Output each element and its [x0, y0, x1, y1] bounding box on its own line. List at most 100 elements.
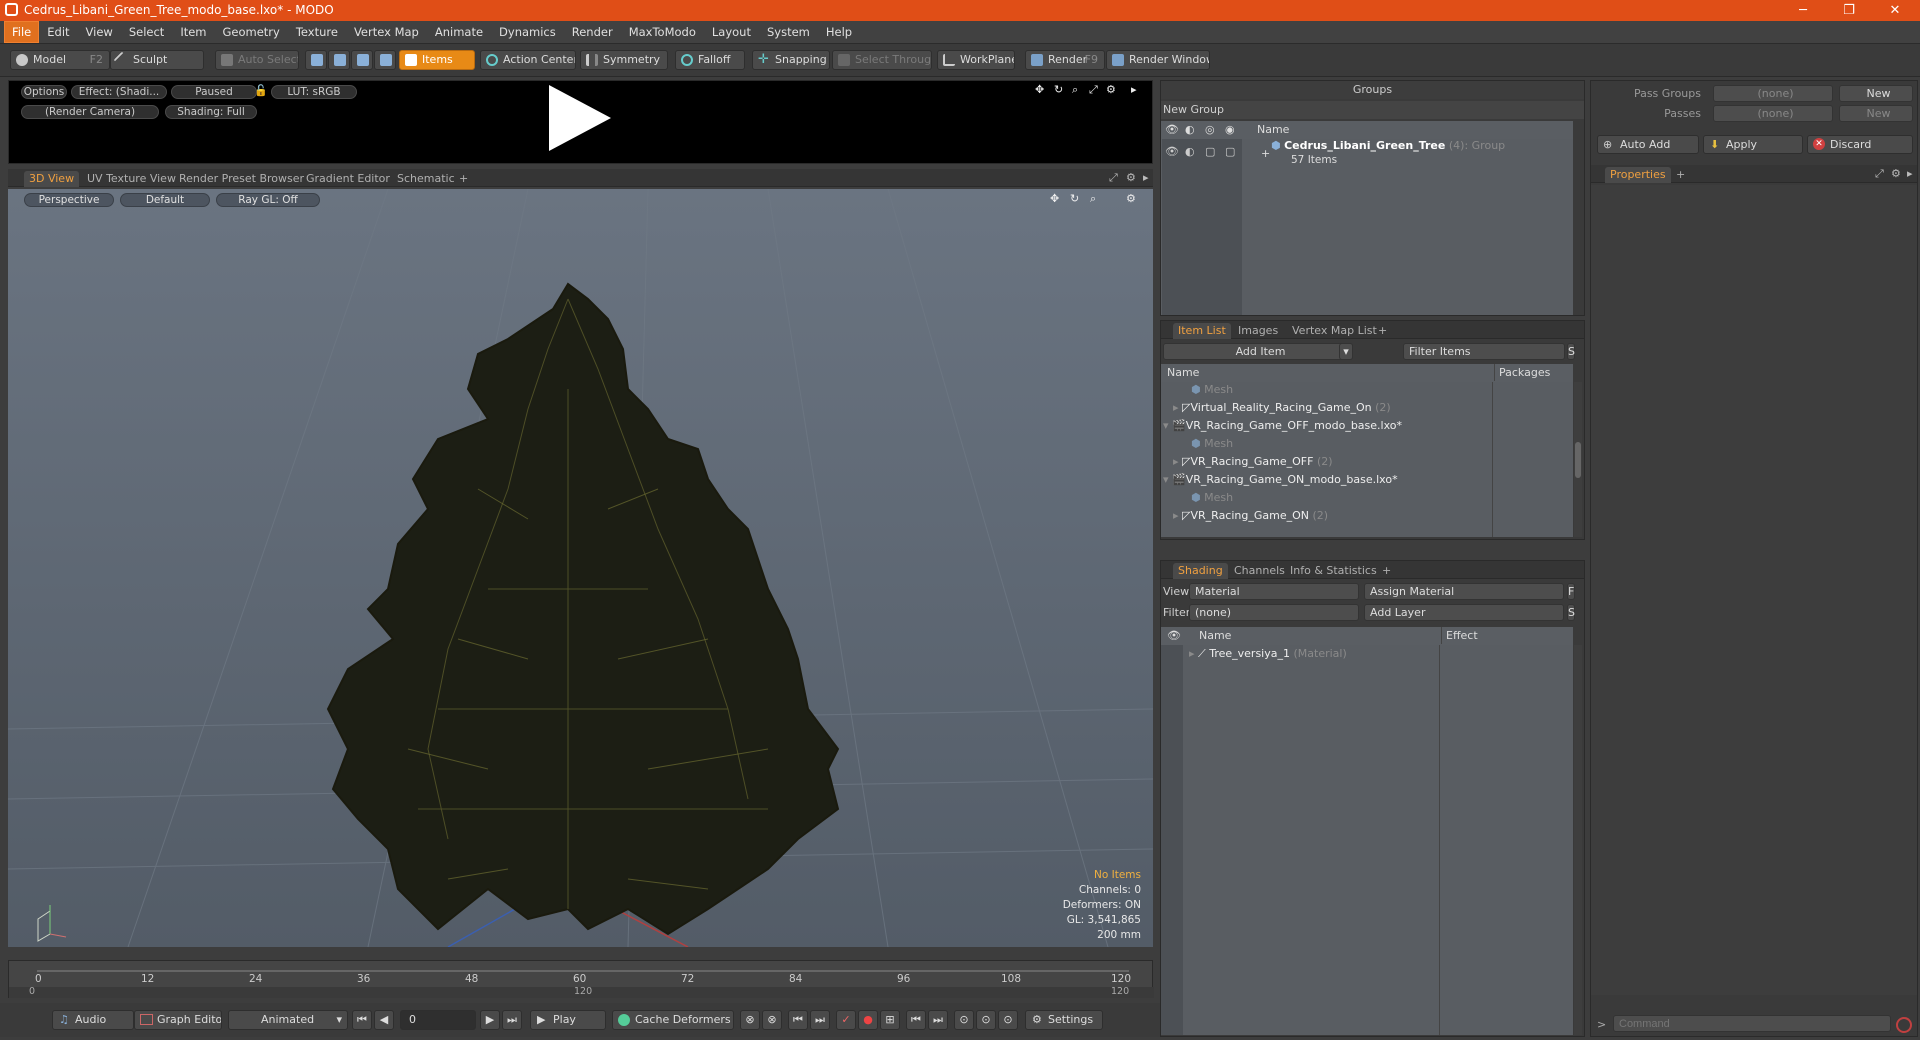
go-to-start-button[interactable]: ⏮ — [352, 1010, 372, 1030]
camera-dropdown[interactable]: (Render Camera) — [21, 105, 159, 119]
list-item[interactable]: ⬢ Mesh — [1191, 435, 1233, 453]
step-forward-button[interactable]: ▶ — [480, 1010, 500, 1030]
lock-icon[interactable]: 🔓 — [254, 84, 268, 97]
edges-mode-button[interactable] — [328, 50, 350, 70]
list-item[interactable]: ⬢ Mesh — [1191, 382, 1233, 399]
menu-file[interactable]: File — [4, 21, 40, 43]
list-item[interactable]: ▸ ◸Virtual_Reality_Racing_Game_On (2) — [1173, 399, 1391, 417]
view-dropdown[interactable]: Material — [1189, 583, 1359, 600]
preview-options-button[interactable]: Options — [21, 85, 67, 99]
list-item[interactable]: ▾ 🎬VR_Racing_Game_OFF_modo_base.lxo* — [1163, 417, 1402, 435]
materials-mode-button[interactable] — [374, 50, 396, 70]
auto-add-button[interactable]: ⊕ Auto Add — [1597, 135, 1699, 154]
render-toggle-icon[interactable]: ◐ — [1185, 121, 1195, 138]
gear-icon[interactable]: ⚙ — [1106, 83, 1116, 96]
menu-view[interactable]: View — [78, 21, 121, 43]
maximize-view-icon[interactable]: ⤢ — [1089, 83, 1098, 97]
polygons-mode-button[interactable] — [351, 50, 373, 70]
s-toggle[interactable]: S — [1567, 343, 1575, 360]
timeline-range-bar[interactable]: 0 120 120 — [9, 986, 1154, 998]
item-list-scrollbar[interactable] — [1574, 382, 1582, 537]
play-button[interactable]: ▶ Play — [530, 1010, 606, 1030]
zoom-view-icon[interactable]: ⌕ — [1072, 83, 1078, 97]
key-next-button[interactable]: ⏭ — [928, 1010, 948, 1030]
items-mode-button[interactable]: Items — [399, 50, 475, 70]
shading-scrollbar[interactable] — [1574, 645, 1582, 1035]
cache-deformers-button[interactable]: Cache Deformers — [612, 1010, 734, 1030]
tab-schematic[interactable]: Schematic — [392, 171, 460, 187]
expand-arrow-icon[interactable]: ▸ — [1173, 509, 1182, 522]
f-toggle[interactable]: F — [1567, 583, 1575, 600]
auto-key-button[interactable]: ⊞ — [880, 1010, 900, 1030]
menu-maxtomodo[interactable]: MaxToModo — [621, 21, 704, 43]
expand-arrow-icon[interactable]: ▸ — [1173, 401, 1182, 414]
perspective-dropdown[interactable]: Perspective — [24, 193, 114, 207]
close-button[interactable]: ✕ — [1872, 0, 1918, 21]
select-col-icon[interactable]: ◉ — [1225, 121, 1235, 138]
rotate-view-icon[interactable]: ↻ — [1070, 192, 1079, 205]
raygl-dropdown[interactable]: Ray GL: Off — [216, 193, 320, 207]
chevron-down-icon[interactable]: ▾ — [1339, 343, 1353, 360]
keyframe-tool-1-button[interactable]: ⊗ — [740, 1010, 760, 1030]
key-prev-button[interactable]: ⏮ — [906, 1010, 926, 1030]
tab-render-preset-browser[interactable]: Render Preset Browser — [174, 171, 309, 187]
shading-row[interactable]: ▸ ⟋ Tree_versiya_1 (Material) — [1189, 645, 1347, 663]
menu-animate[interactable]: Animate — [427, 21, 491, 43]
render-button[interactable]: Render F9 — [1025, 50, 1105, 70]
tab-item-list[interactable]: Item List — [1173, 323, 1231, 339]
tab-info-statistics[interactable]: Info & Statistics — [1285, 563, 1382, 579]
menu-dynamics[interactable]: Dynamics — [491, 21, 564, 43]
list-item[interactable]: ▸ ◸VR_Racing_Game_OFF (2) — [1173, 453, 1333, 471]
animated-dropdown[interactable]: Animated ▾ — [228, 1010, 348, 1030]
tab-3d-view[interactable]: 3D View — [24, 171, 80, 187]
key-tool-4-button[interactable]: ⊙ — [976, 1010, 996, 1030]
maximize-button[interactable]: ❐ — [1826, 0, 1872, 21]
collapse-arrow-icon[interactable]: ▾ — [1163, 419, 1172, 432]
menu-texture[interactable]: Texture — [288, 21, 346, 43]
filter-dropdown[interactable]: (none) — [1189, 604, 1359, 621]
minimize-button[interactable]: ─ — [1780, 0, 1826, 21]
new-pass-button[interactable]: New — [1839, 105, 1913, 122]
tab-properties[interactable]: Properties — [1605, 167, 1671, 183]
play-preview-icon[interactable] — [549, 85, 611, 151]
add-tab-button[interactable]: + — [1373, 323, 1392, 339]
add-tab-button[interactable]: + — [454, 171, 473, 187]
shading-dropdown[interactable]: Shading: Full — [165, 105, 257, 119]
go-to-end-button[interactable]: ⏭ — [502, 1010, 522, 1030]
settings-button[interactable]: ⚙ Settings — [1025, 1010, 1103, 1030]
list-item[interactable]: ▸ ◸VR_Racing_Game_ON (2) — [1173, 507, 1328, 525]
visibility-icon[interactable]: 👁 — [1165, 121, 1179, 138]
list-item[interactable]: ▾ 🎬VR_Racing_Game_ON_modo_base.lxo* — [1163, 471, 1398, 489]
auto-select-button[interactable]: Auto Select — [215, 50, 299, 70]
command-input[interactable] — [1613, 1015, 1891, 1032]
expand-arrow-icon[interactable]: ▸ — [1189, 647, 1198, 660]
list-item[interactable]: ⬢ Mesh — [1191, 489, 1233, 507]
s-toggle[interactable]: S — [1567, 604, 1575, 621]
menu-help[interactable]: Help — [818, 21, 860, 43]
next-key-button[interactable]: ⏭ — [810, 1010, 830, 1030]
add-tab-button[interactable]: + — [1671, 167, 1690, 183]
timeline[interactable]: 0 12 24 36 48 60 72 84 96 108 120 0 120 … — [8, 960, 1154, 998]
group-render-icon[interactable]: ◐ — [1185, 143, 1195, 161]
menu-vertex-map[interactable]: Vertex Map — [346, 21, 427, 43]
pass-groups-dropdown[interactable]: (none) — [1713, 85, 1833, 102]
expand-plus-icon[interactable]: + — [1261, 145, 1270, 163]
preview-effect-dropdown[interactable]: Effect: (Shadi... — [71, 85, 167, 99]
render-window-button[interactable]: Render Window — [1106, 50, 1210, 70]
menu-select[interactable]: Select — [121, 21, 172, 43]
tab-channels[interactable]: Channels — [1229, 563, 1290, 579]
rotate-view-icon[interactable]: ↻ — [1054, 83, 1063, 96]
action-center-button[interactable]: Action Center — [480, 50, 576, 70]
menu-layout[interactable]: Layout — [704, 21, 759, 43]
new-group-button[interactable]: New Group — [1161, 101, 1584, 119]
group-select-icon[interactable]: ▢ — [1225, 143, 1235, 161]
gear-icon[interactable]: ⚙ — [1126, 171, 1136, 184]
vertices-mode-button[interactable] — [305, 50, 327, 70]
menu-edit[interactable]: Edit — [39, 21, 77, 43]
tab-shading[interactable]: Shading — [1173, 563, 1228, 579]
zoom-view-icon[interactable]: ⌕ — [1090, 192, 1096, 206]
add-item-dropdown[interactable]: Add Item — [1163, 343, 1353, 360]
set-key-button[interactable]: ✓ — [836, 1010, 856, 1030]
key-tool-3-button[interactable]: ⊙ — [954, 1010, 974, 1030]
stop-command-icon[interactable] — [1896, 1017, 1912, 1033]
